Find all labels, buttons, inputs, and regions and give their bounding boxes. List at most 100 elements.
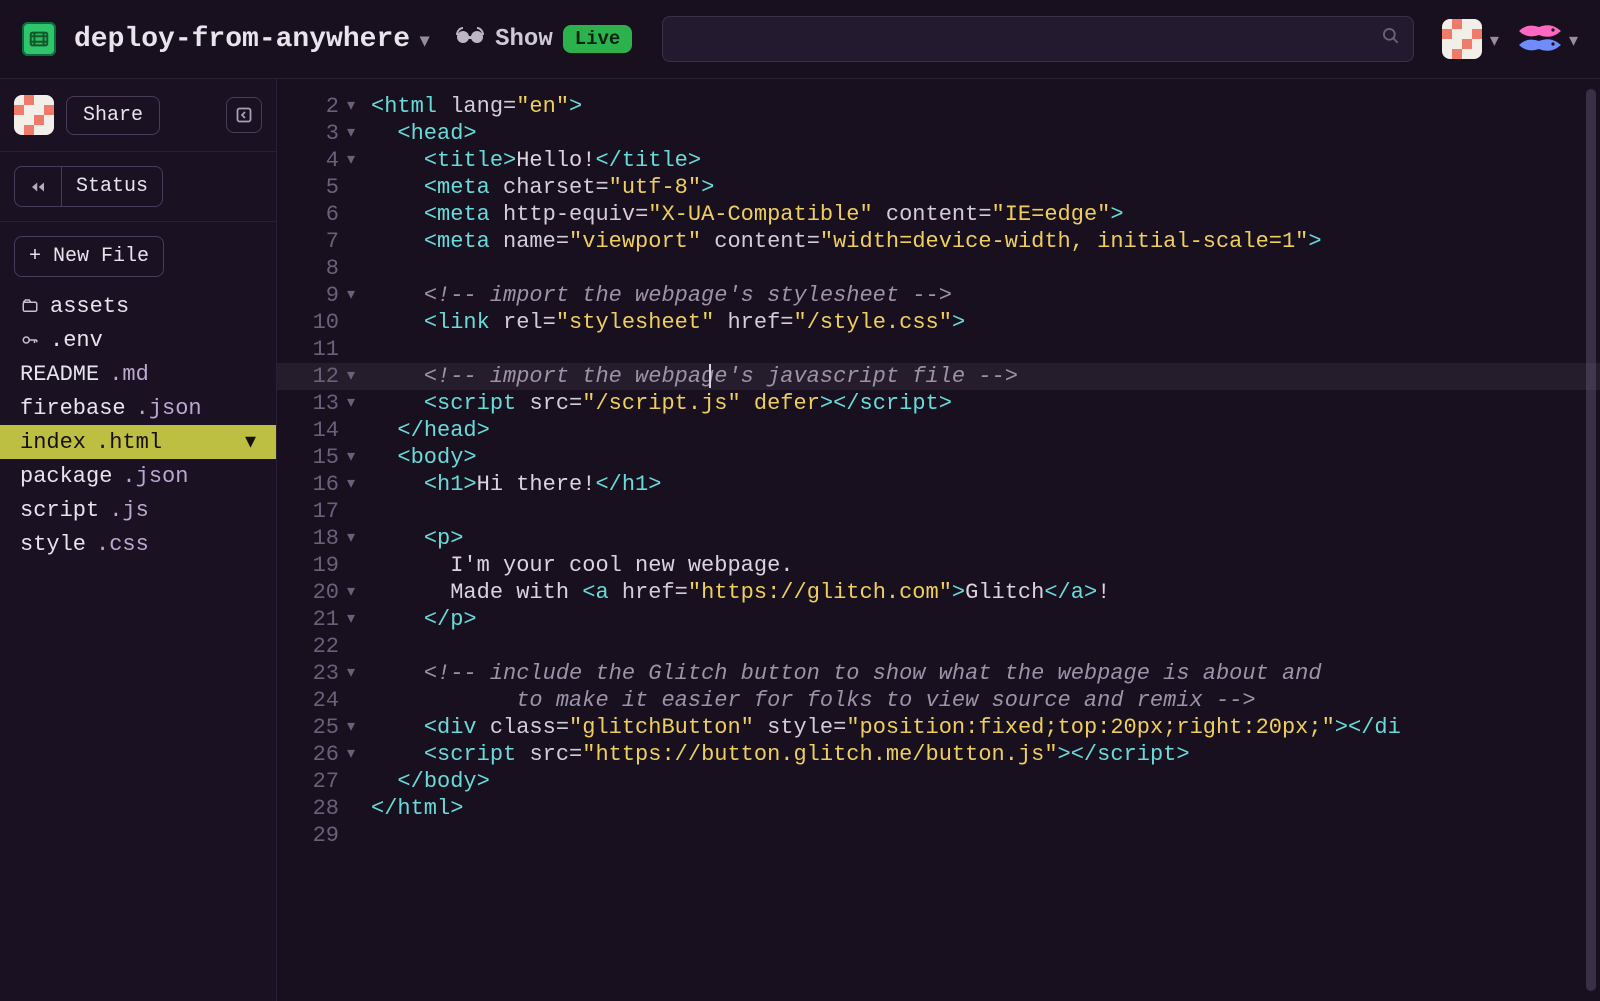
code-content: <!-- import the webpage's javascript fil… <box>365 363 1018 390</box>
code-content: to make it easier for folks to view sour… <box>365 687 1256 714</box>
chevron-down-icon: ▾ <box>245 429 256 455</box>
community-menu[interactable]: ▾ <box>1517 22 1578 56</box>
code-content: </p> <box>365 606 477 633</box>
code-content: </html> <box>365 795 463 822</box>
code-line[interactable]: 5 <meta charset="utf-8"> <box>277 174 1600 201</box>
line-number: 13 <box>277 390 347 417</box>
file-ext: .html <box>96 430 162 455</box>
file-firebase-json[interactable]: firebase.json <box>14 391 262 425</box>
search-icon <box>1381 26 1401 53</box>
code-line[interactable]: 27 </body> <box>277 768 1600 795</box>
code-line[interactable]: 20▾ Made with <a href="https://glitch.co… <box>277 579 1600 606</box>
fold-toggle[interactable]: ▾ <box>347 741 365 768</box>
code-content: <h1>Hi there!</h1> <box>365 471 661 498</box>
user-menu[interactable]: ▾ <box>1442 19 1499 59</box>
file-script-js[interactable]: script.js <box>14 493 262 527</box>
line-number: 21 <box>277 606 347 633</box>
line-number: 7 <box>277 228 347 255</box>
code-line[interactable]: 19 I'm your cool new webpage. <box>277 552 1600 579</box>
chevron-down-icon: ▾ <box>1490 30 1499 52</box>
code-line[interactable]: 23▾ <!-- include the Glitch button to sh… <box>277 660 1600 687</box>
fold-toggle[interactable]: ▾ <box>347 147 365 174</box>
code-content: <link rel="stylesheet" href="/style.css"… <box>365 309 965 336</box>
fold-toggle[interactable]: ▾ <box>347 282 365 309</box>
glitch-logo-icon[interactable] <box>22 22 56 56</box>
code-line[interactable]: 25▾ <div class="glitchButton" style="pos… <box>277 714 1600 741</box>
code-content: <!-- import the webpage's stylesheet --> <box>365 282 952 309</box>
project-name: deploy-from-anywhere <box>74 24 410 55</box>
show-button[interactable]: Show <box>495 26 553 53</box>
code-content <box>365 336 424 363</box>
fold-toggle[interactable]: ▾ <box>347 714 365 741</box>
search-bar[interactable] <box>662 16 1414 62</box>
file-package-json[interactable]: package.json <box>14 459 262 493</box>
rewind-button[interactable] <box>15 167 61 206</box>
code-line[interactable]: 7 <meta name="viewport" content="width=d… <box>277 228 1600 255</box>
fold-toggle[interactable]: ▾ <box>347 444 365 471</box>
code-line[interactable]: 2▾<html lang="en"> <box>277 93 1600 120</box>
code-line[interactable]: 6 <meta http-equiv="X-UA-Compatible" con… <box>277 201 1600 228</box>
code-line[interactable]: 26▾ <script src="https://button.glitch.m… <box>277 741 1600 768</box>
new-file-button[interactable]: + New File <box>14 236 164 277</box>
file-index-html[interactable]: index.html▾ <box>0 425 276 459</box>
sidebar: Share Status + New File assets.envREADME… <box>0 79 277 1001</box>
collapse-sidebar-button[interactable] <box>226 97 262 133</box>
code-line[interactable]: 11 <box>277 336 1600 363</box>
fold-toggle[interactable]: ▾ <box>347 363 365 390</box>
file-README-md[interactable]: README.md <box>14 357 262 391</box>
file-ext: .json <box>136 396 202 421</box>
fold-toggle[interactable]: ▾ <box>347 606 365 633</box>
sunglasses-icon[interactable] <box>455 25 485 53</box>
main: Share Status + New File assets.envREADME… <box>0 79 1600 1001</box>
file-ext: .css <box>96 532 149 557</box>
scrollbar[interactable] <box>1586 89 1596 991</box>
code-line[interactable]: 8 <box>277 255 1600 282</box>
file-name: README <box>20 362 99 387</box>
code-content: <body> <box>365 444 477 471</box>
code-content <box>365 498 424 525</box>
search-input[interactable] <box>675 28 1381 50</box>
key-icon <box>20 331 40 349</box>
code-line[interactable]: 22 <box>277 633 1600 660</box>
code-line[interactable]: 28</html> <box>277 795 1600 822</box>
line-number: 23 <box>277 660 347 687</box>
code-line[interactable]: 12▾ <!-- import the webpage's javascript… <box>277 363 1600 390</box>
share-button[interactable]: Share <box>66 96 160 135</box>
project-avatar-icon[interactable] <box>14 95 54 135</box>
code-line[interactable]: 24 to make it easier for folks to view s… <box>277 687 1600 714</box>
code-line[interactable]: 16▾ <h1>Hi there!</h1> <box>277 471 1600 498</box>
fold-toggle[interactable]: ▾ <box>347 579 365 606</box>
fold-toggle[interactable]: ▾ <box>347 120 365 147</box>
file-assets[interactable]: assets <box>14 289 262 323</box>
code-line[interactable]: 4▾ <title>Hello!</title> <box>277 147 1600 174</box>
code-content: I'm your cool new webpage. <box>365 552 793 579</box>
code-content: <head> <box>365 120 477 147</box>
code-line[interactable]: 29 <box>277 822 1600 849</box>
fold-toggle[interactable]: ▾ <box>347 660 365 687</box>
code-line[interactable]: 21▾ </p> <box>277 606 1600 633</box>
code-line[interactable]: 13▾ <script src="/script.js" defer></scr… <box>277 390 1600 417</box>
status-button[interactable]: Status <box>61 167 162 206</box>
code-content: <div class="glitchButton" style="positio… <box>365 714 1401 741</box>
fold-toggle[interactable]: ▾ <box>347 525 365 552</box>
project-name-dropdown[interactable]: deploy-from-anywhere ▾ <box>74 24 429 55</box>
code-line[interactable]: 14 </head> <box>277 417 1600 444</box>
code-line[interactable]: 17 <box>277 498 1600 525</box>
code-line[interactable]: 9▾ <!-- import the webpage's stylesheet … <box>277 282 1600 309</box>
fold-toggle[interactable]: ▾ <box>347 93 365 120</box>
file--env[interactable]: .env <box>14 323 262 357</box>
code-line[interactable]: 15▾ <body> <box>277 444 1600 471</box>
code-line[interactable]: 10 <link rel="stylesheet" href="/style.c… <box>277 309 1600 336</box>
fold-toggle[interactable]: ▾ <box>347 471 365 498</box>
code-line[interactable]: 3▾ <head> <box>277 120 1600 147</box>
line-number: 6 <box>277 201 347 228</box>
line-number: 20 <box>277 579 347 606</box>
fold-toggle[interactable]: ▾ <box>347 390 365 417</box>
sidebar-status: Status <box>0 152 276 222</box>
live-chip[interactable]: Live <box>563 25 633 53</box>
file-style-css[interactable]: style.css <box>14 527 262 561</box>
code-line[interactable]: 18▾ <p> <box>277 525 1600 552</box>
line-number: 26 <box>277 741 347 768</box>
code-editor[interactable]: 2▾<html lang="en">3▾ <head>4▾ <title>Hel… <box>277 79 1600 1001</box>
line-number: 4 <box>277 147 347 174</box>
